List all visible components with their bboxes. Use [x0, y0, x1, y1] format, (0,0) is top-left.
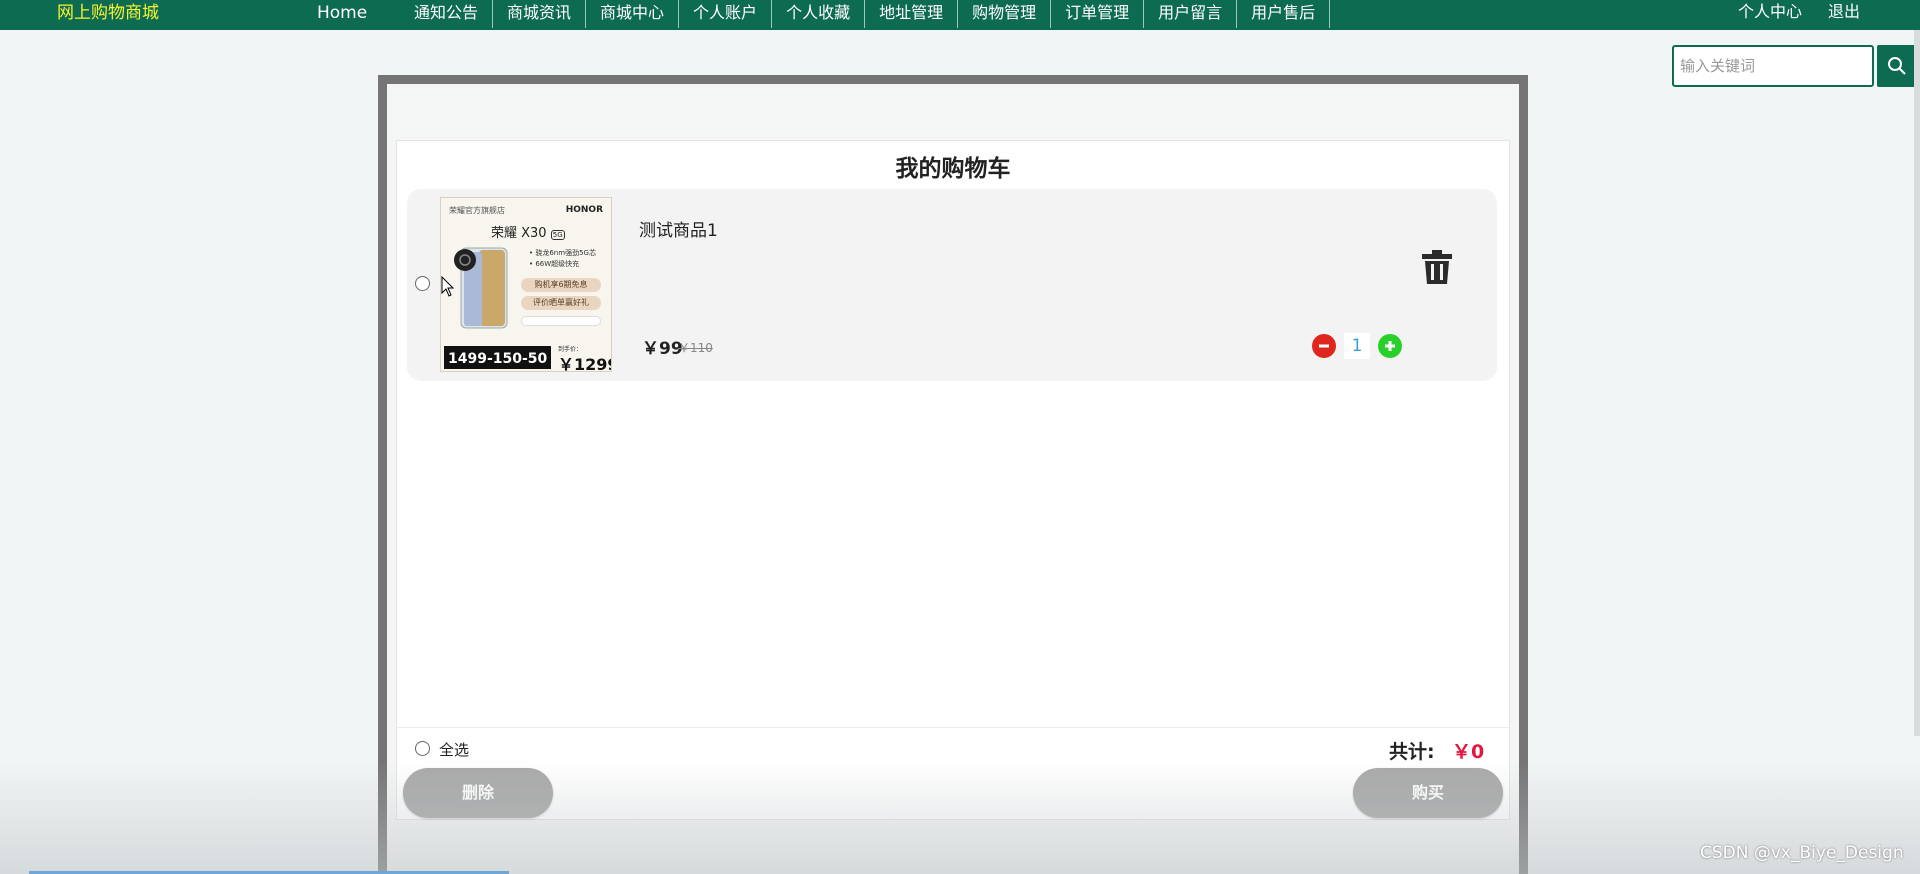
image-model-text: 荣耀 X30 5G — [491, 226, 565, 241]
select-all-radio[interactable] — [415, 741, 430, 756]
nav-item-messages[interactable]: 用户留言 — [1144, 0, 1238, 28]
nav-item-favorites[interactable]: 个人收藏 — [772, 0, 866, 28]
item-select-radio[interactable] — [415, 276, 430, 291]
mouse-cursor-icon — [441, 276, 455, 297]
delete-item-button[interactable] — [1422, 250, 1452, 284]
product-original-price: ￥110 — [678, 341, 713, 355]
quantity-increase-button[interactable] — [1378, 334, 1402, 358]
watermark: CSDN @vx_Biye_Design — [1700, 843, 1904, 863]
cart-item: 荣耀官方旗舰店 HONOR 荣耀 X30 5G • 骁龙6nm强劲5G芯 • 6… — [407, 189, 1497, 381]
trash-icon — [1422, 250, 1452, 284]
minus-icon — [1319, 344, 1329, 348]
total-value: ￥0 — [1452, 741, 1485, 763]
page-scrollbar[interactable] — [1914, 30, 1920, 736]
search-icon — [1888, 57, 1906, 75]
nav-item-shopping[interactable]: 购物管理 — [958, 0, 1052, 28]
profile-link[interactable]: 个人中心 — [1738, 0, 1802, 24]
product-image[interactable]: 荣耀官方旗舰店 HONOR 荣耀 X30 5G • 骁龙6nm强劲5G芯 • 6… — [440, 197, 612, 372]
quantity-decrease-button[interactable] — [1312, 334, 1336, 358]
image-pill-review: 评价晒单赢好礼 — [521, 296, 601, 310]
top-nav: 网上购物商城 Home 通知公告 商城资讯 商城中心 个人账户 个人收藏 地址管… — [0, 0, 1920, 30]
site-brand[interactable]: 网上购物商城 — [57, 0, 159, 26]
image-final-price: ￥1299 — [558, 355, 611, 372]
content-frame: 我的购物车 荣耀官方旗舰店 HONOR 荣耀 X30 5G • 骁龙6nm强劲5… — [378, 75, 1528, 874]
image-rank-bar — [521, 330, 601, 338]
nav-item-aftersales[interactable]: 用户售后 — [1237, 0, 1331, 28]
nav-item-orders[interactable]: 订单管理 — [1051, 0, 1145, 28]
quantity-value[interactable]: 1 — [1344, 333, 1370, 359]
logout-link[interactable]: 退出 — [1828, 0, 1860, 24]
delete-button[interactable]: 删除 — [403, 768, 553, 818]
nav-item-account[interactable]: 个人账户 — [679, 0, 773, 28]
product-name[interactable]: 测试商品1 — [639, 216, 718, 241]
plus-icon — [1385, 341, 1395, 351]
nav-item-mall[interactable]: 商城中心 — [586, 0, 680, 28]
phone-illustration — [454, 247, 508, 329]
select-all-label[interactable]: 全选 — [439, 739, 469, 760]
search-input[interactable]: 输入关键词 — [1672, 45, 1874, 87]
image-info-bar — [521, 316, 601, 326]
product-price: ￥99 — [642, 339, 683, 359]
image-brand-text: HONOR — [565, 205, 603, 215]
nav-user-links: 个人中心 退出 — [1738, 0, 1860, 24]
nav-item-news[interactable]: 商城资讯 — [493, 0, 587, 28]
buy-button[interactable]: 购买 — [1353, 768, 1503, 818]
nav-item-notice[interactable]: 通知公告 — [400, 0, 494, 28]
total-label: 共计: — [1389, 741, 1435, 763]
nav-item-address[interactable]: 地址管理 — [865, 0, 959, 28]
page-title: 我的购物车 — [895, 156, 1011, 182]
image-pill-interest: 购机享6期免息 — [521, 278, 601, 292]
image-promo: 1499-150-50元 — [444, 346, 551, 369]
nav-menu: 通知公告 商城资讯 商城中心 个人账户 个人收藏 地址管理 购物管理 订单管理 … — [400, 0, 1331, 28]
search-button[interactable] — [1877, 45, 1917, 87]
cart-panel: 我的购物车 荣耀官方旗舰店 HONOR 荣耀 X30 5G • 骁龙6nm强劲5… — [396, 140, 1510, 820]
footer-divider — [397, 727, 1509, 728]
content-inner: 我的购物车 荣耀官方旗舰店 HONOR 荣耀 X30 5G • 骁龙6nm强劲5… — [387, 84, 1519, 874]
image-bullets: • 骁龙6nm强劲5G芯 • 66W超级快充 — [529, 249, 596, 268]
nav-home[interactable]: Home — [317, 0, 367, 26]
image-store-text: 荣耀官方旗舰店 — [449, 206, 505, 215]
